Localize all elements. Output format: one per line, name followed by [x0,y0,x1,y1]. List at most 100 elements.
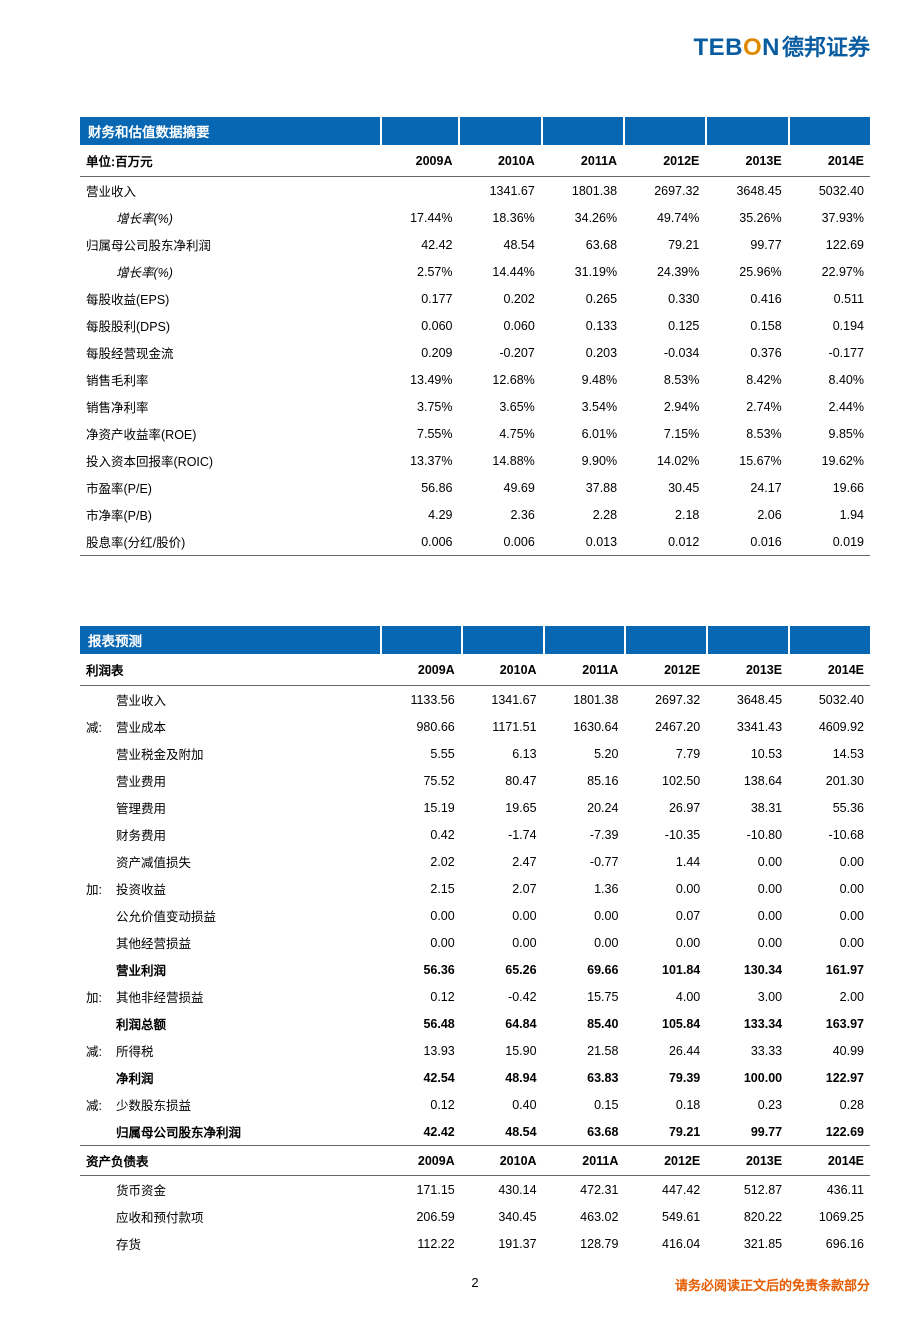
table-row: 管理费用15.1919.6520.2426.9738.3155.36 [80,794,870,821]
data-cell: 35.26% [705,204,787,231]
data-cell: 37.88 [541,474,623,501]
table-row: 股息率(分红/股价)0.0060.0060.0130.0120.0160.019 [80,528,870,556]
data-cell: 7.55% [380,420,458,447]
table-row: 营业收入1341.671801.382697.323648.455032.40 [80,177,870,205]
data-cell: 5.20 [543,740,625,767]
row-label: 应收和预付款项 [80,1203,380,1230]
data-cell: 48.54 [458,231,540,258]
data-cell: 2697.32 [624,686,706,714]
unit-label: 单位:百万元 [80,145,380,177]
table-row: 归属母公司股东净利润42.4248.5463.6879.2199.77122.6… [80,231,870,258]
data-cell: 69.66 [543,956,625,983]
data-cell: 64.84 [461,1010,543,1037]
row-label: 管理费用 [80,794,380,821]
data-cell: 0.060 [458,312,540,339]
data-cell: 38.31 [706,794,788,821]
forecast-table: 报表预测 利润表 2009A 2010A 2011A 2012E 2013E 2… [80,626,870,1257]
data-cell: 0.006 [458,528,540,556]
data-cell: 0.12 [380,1091,461,1118]
data-cell: 1630.64 [543,713,625,740]
data-cell: 14.53 [788,740,870,767]
table-row: 财务费用0.42-1.74-7.39-10.35-10.80-10.68 [80,821,870,848]
data-cell: 63.68 [541,231,623,258]
table-row: 营业税金及附加5.556.135.207.7910.5314.53 [80,740,870,767]
data-cell: 85.40 [543,1010,625,1037]
table1-title-row: 财务和估值数据摘要 [80,117,870,145]
data-cell: 0.00 [380,929,461,956]
table-row: 每股股利(DPS)0.0600.0600.1330.1250.1580.194 [80,312,870,339]
data-cell: 15.67% [705,447,787,474]
data-cell: -10.80 [706,821,788,848]
data-cell: 201.30 [788,767,870,794]
disclaimer-text: 请务必阅读正文后的免责条款部分 [675,1278,870,1293]
table-row: 增长率(%)17.44%18.36%34.26%49.74%35.26%37.9… [80,204,870,231]
data-cell: -0.207 [458,339,540,366]
data-cell: 105.84 [624,1010,706,1037]
data-cell: 0.00 [706,929,788,956]
data-cell: 25.96% [705,258,787,285]
data-cell: 63.68 [543,1118,625,1146]
data-cell: 5032.40 [788,686,870,714]
row-label: 市盈率(P/E) [80,474,380,501]
data-cell: 0.00 [624,875,706,902]
data-cell: 4609.92 [788,713,870,740]
row-label: 财务费用 [80,821,380,848]
data-cell: 8.42% [705,366,787,393]
data-cell: 980.66 [380,713,461,740]
data-cell: 0.133 [541,312,623,339]
data-cell: 2.94% [623,393,705,420]
data-cell: 0.511 [788,285,870,312]
data-cell: 696.16 [788,1230,870,1257]
data-cell: 133.34 [706,1010,788,1037]
data-cell: 37.93% [788,204,870,231]
data-cell: 130.34 [706,956,788,983]
data-cell: 0.00 [624,929,706,956]
data-cell: 321.85 [706,1230,788,1257]
data-cell: 1069.25 [788,1203,870,1230]
data-cell: 3.75% [380,393,458,420]
data-cell: 30.45 [623,474,705,501]
data-cell: 0.00 [380,902,461,929]
data-cell: 0.202 [458,285,540,312]
data-cell: 40.99 [788,1037,870,1064]
data-cell: 4.75% [458,420,540,447]
data-cell: 0.12 [380,983,461,1010]
data-cell: 7.15% [623,420,705,447]
data-cell: 12.68% [458,366,540,393]
data-cell: 2.47 [461,848,543,875]
data-cell: 2.36 [458,501,540,528]
data-cell: 0.00 [543,902,625,929]
data-cell: 0.209 [380,339,458,366]
table-row: 归属母公司股东净利润42.4248.5463.6879.2199.77122.6… [80,1118,870,1146]
row-label: 利润总额 [80,1010,380,1037]
row-label: 销售净利率 [80,393,380,420]
row-label: 营业收入 [80,177,380,205]
row-label: 归属母公司股东净利润 [80,1118,380,1146]
row-label: 净资产收益率(ROE) [80,420,380,447]
balance-sheet-label: 资产负债表 [80,1146,380,1176]
table-row: 应收和预付款项206.59340.45463.02549.61820.22106… [80,1203,870,1230]
data-cell: 65.26 [461,956,543,983]
table-row: 减:营业成本980.661171.511630.642467.203341.43… [80,713,870,740]
data-cell: 0.00 [461,902,543,929]
data-cell: 14.02% [623,447,705,474]
data-cell: 100.00 [706,1064,788,1091]
data-cell: 4.00 [624,983,706,1010]
data-cell: 0.28 [788,1091,870,1118]
data-cell: 1.94 [788,501,870,528]
table-row: 销售毛利率13.49%12.68%9.48%8.53%8.42%8.40% [80,366,870,393]
data-cell: 9.90% [541,447,623,474]
data-cell: 0.330 [623,285,705,312]
data-cell: -7.39 [543,821,625,848]
data-cell: 0.15 [543,1091,625,1118]
data-cell: 26.97 [624,794,706,821]
data-cell: 0.416 [705,285,787,312]
data-cell: 820.22 [706,1203,788,1230]
page-number: 2 [471,1275,478,1290]
data-cell: 31.19% [541,258,623,285]
data-cell: -10.35 [624,821,706,848]
table-row: 净利润42.5448.9463.8379.39100.00122.97 [80,1064,870,1091]
data-cell: 3.00 [706,983,788,1010]
data-cell: 101.84 [624,956,706,983]
table-row: 存货112.22191.37128.79416.04321.85696.16 [80,1230,870,1257]
